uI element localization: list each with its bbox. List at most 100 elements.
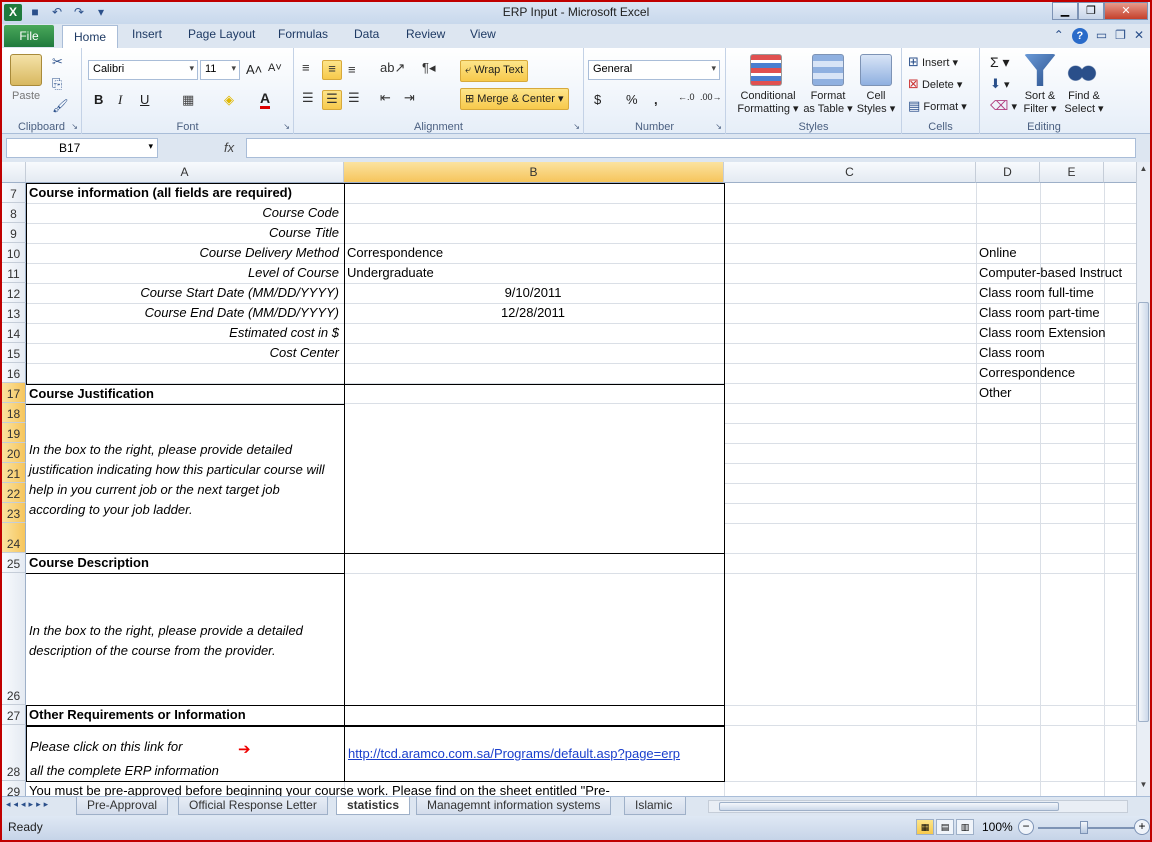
insert-function-icon[interactable]: fx (224, 140, 234, 155)
borders-icon[interactable]: ▦ (182, 92, 194, 108)
align-top-icon[interactable]: ≡ (302, 60, 310, 75)
font-launcher-icon[interactable]: ↘ (283, 122, 290, 131)
find-select-button[interactable]: Find & Select ▾ (1062, 90, 1106, 116)
erp-info-link[interactable]: http://tcd.aramco.com.sa/Programs/defaul… (346, 746, 722, 761)
decrease-indent-icon[interactable]: ⇤ (380, 90, 391, 106)
restore-button[interactable]: ❐ (1078, 2, 1104, 20)
scroll-up-icon[interactable]: ▲ (1137, 164, 1150, 178)
column-header-d[interactable]: D (976, 162, 1040, 183)
bold-button[interactable]: B (94, 92, 103, 107)
row-header-10[interactable]: 10 (2, 243, 26, 263)
cut-icon[interactable]: ✂ (52, 54, 63, 70)
align-center-icon[interactable]: ☰ (322, 90, 342, 110)
row-header-13[interactable]: 13 (2, 303, 26, 323)
tab-data[interactable]: Data (354, 27, 379, 41)
fill-color-icon[interactable]: ◈ (224, 92, 234, 108)
minimize-ribbon-icon[interactable]: ⌃ (1054, 28, 1064, 44)
cell-a7[interactable]: Course information (all fields are requi… (27, 185, 343, 200)
zoom-in-icon[interactable]: + (1134, 819, 1150, 835)
cell-d16[interactable]: Correspondence (977, 365, 1077, 380)
increase-decimal-button[interactable]: ←.0 (678, 92, 695, 102)
sheet-tab-official-response-letter[interactable]: Official Response Letter (178, 797, 328, 815)
conditional-formatting-button[interactable]: Conditional Formatting ▾ (734, 90, 802, 116)
zoom-slider-thumb[interactable] (1080, 821, 1088, 834)
comma-button[interactable]: , (654, 92, 658, 107)
select-all-corner[interactable] (2, 162, 26, 183)
cell-a25[interactable]: Course Description (27, 555, 343, 570)
horizontal-scrollbar[interactable] (708, 800, 1128, 813)
paste-icon[interactable] (10, 54, 42, 86)
cell-b13[interactable]: 12/28/2011 (345, 305, 721, 320)
tab-file[interactable]: File (4, 25, 54, 47)
cell-a13[interactable]: Course End Date (MM/DD/YYYY) (27, 305, 341, 320)
row-header-9[interactable]: 9 (2, 223, 26, 243)
clear-icon[interactable]: ⌫ ▾ (990, 98, 1017, 114)
formula-input[interactable] (246, 138, 1136, 158)
scroll-down-icon[interactable]: ▼ (1137, 780, 1150, 794)
cell-a10[interactable]: Course Delivery Method (27, 245, 341, 260)
merge-center-button[interactable]: ⊞ Merge & Center ▾ (460, 88, 569, 110)
find-select-icon[interactable] (1066, 54, 1098, 86)
row-header-16[interactable]: 16 (2, 363, 26, 383)
tab-view[interactable]: View (470, 27, 496, 41)
cell-a8[interactable]: Course Code (27, 205, 341, 220)
description-box[interactable] (344, 553, 725, 706)
vertical-scrollbar[interactable]: ▲ ▼ (1136, 162, 1150, 796)
cell-b11[interactable]: Undergraduate (345, 265, 721, 280)
page-break-view-icon[interactable]: ▥ (956, 819, 974, 835)
cell-a15[interactable]: Cost Center (27, 345, 341, 360)
zoom-level[interactable]: 100% (982, 820, 1013, 834)
close-button[interactable]: ✕ (1104, 2, 1148, 20)
conditional-formatting-icon[interactable] (750, 54, 782, 86)
sheet-tab-islamic[interactable]: Islamic (624, 797, 686, 815)
sort-filter-button[interactable]: Sort & Filter ▾ (1018, 90, 1062, 116)
shrink-font-icon[interactable]: A˅ (268, 62, 282, 74)
number-format-select[interactable]: General (588, 60, 720, 80)
workbook-close-icon[interactable]: ✕ (1134, 28, 1144, 44)
sheet-tab-statistics[interactable]: statistics (336, 797, 411, 815)
sheet-tab-managemnt-information-systems[interactable]: Managemnt information systems (416, 797, 612, 815)
cell-d17[interactable]: Other (977, 385, 1014, 400)
delete-cells-button[interactable]: ⊠ Delete ▾ (908, 76, 962, 92)
cell-d13[interactable]: Class room part-time (977, 305, 1102, 320)
cell-d14[interactable]: Class room Extension (977, 325, 1107, 340)
sheet-navigation-icon[interactable]: ◂◂◂▸▸▸ (6, 799, 51, 810)
font-name-select[interactable]: Calibri (88, 60, 198, 80)
text-direction-icon[interactable]: ¶◂ (422, 60, 436, 76)
italic-button[interactable]: I (118, 92, 122, 108)
number-launcher-icon[interactable]: ↘ (715, 122, 722, 131)
row-header-15[interactable]: 15 (2, 343, 26, 363)
increase-indent-icon[interactable]: ⇥ (404, 90, 415, 106)
row-header-27[interactable]: 27 (2, 705, 26, 725)
align-middle-icon[interactable]: ≡ (322, 60, 342, 80)
normal-view-icon[interactable]: ▦ (916, 819, 934, 835)
row-header-28[interactable]: 28 (2, 725, 26, 781)
clipboard-launcher-icon[interactable]: ↘ (71, 122, 78, 131)
tab-formulas[interactable]: Formulas (278, 27, 328, 41)
horizontal-scroll-thumb[interactable] (719, 802, 1059, 811)
workbook-restore-icon[interactable]: ❐ (1115, 28, 1126, 44)
cell-a27[interactable]: Other Requirements or Information (27, 707, 343, 722)
cell-d10[interactable]: Online (977, 245, 1019, 260)
row-header-26[interactable]: 26 (2, 573, 26, 705)
align-right-icon[interactable]: ☰ (348, 90, 360, 106)
row-header-8[interactable]: 8 (2, 203, 26, 223)
align-bottom-icon[interactable]: ≡ (348, 62, 356, 77)
name-box[interactable]: B17 (6, 138, 158, 158)
row-header-12[interactable]: 12 (2, 283, 26, 303)
align-left-icon[interactable]: ☰ (302, 90, 314, 106)
underline-button[interactable]: U (140, 92, 149, 107)
column-header-f[interactable] (1104, 162, 1136, 183)
column-header-e[interactable]: E (1040, 162, 1104, 183)
help-icon[interactable]: ? (1071, 28, 1088, 44)
cell-styles-icon[interactable] (860, 54, 892, 86)
currency-button[interactable]: $ (594, 92, 601, 107)
cell-a9[interactable]: Course Title (27, 225, 341, 240)
row-header-20[interactable]: 20 (2, 443, 26, 463)
font-size-select[interactable]: 11 (200, 60, 240, 80)
cell-a17[interactable]: Course Justification (27, 386, 343, 401)
paste-button[interactable]: Paste (12, 90, 40, 102)
alignment-launcher-icon[interactable]: ↘ (573, 122, 580, 131)
tab-home[interactable]: Home (62, 25, 118, 48)
copy-icon[interactable]: ⎘ (52, 76, 62, 92)
